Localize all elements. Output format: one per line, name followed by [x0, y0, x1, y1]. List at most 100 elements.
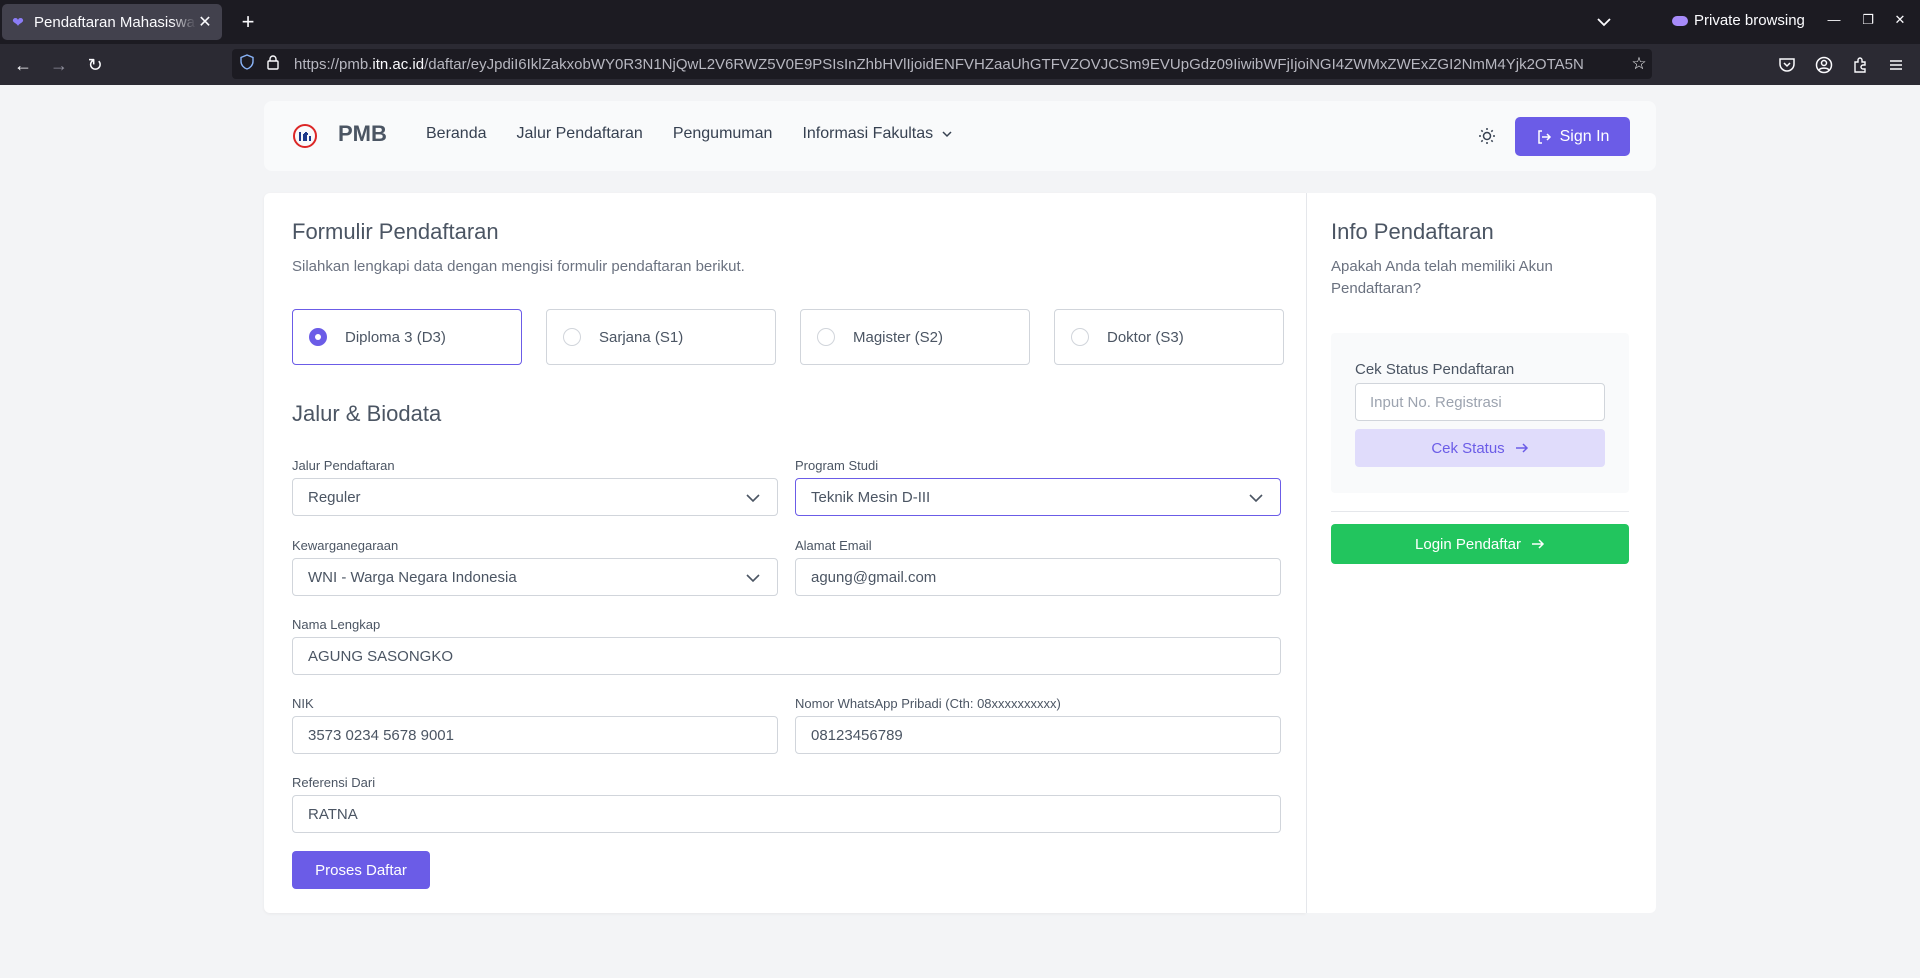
info-subtitle: Apakah Anda telah memiliki Akun Pendafta… [1331, 258, 1553, 297]
main-menu: Beranda Jalur Pendaftaran Pengumuman Inf… [426, 125, 953, 143]
radio[interactable] [1071, 328, 1089, 346]
nama-value: AGUNG SASONGKO [308, 647, 454, 665]
back-icon[interactable]: ← [10, 52, 36, 78]
minimize-icon[interactable]: — [1824, 12, 1844, 27]
nik-value: 3573 0234 5678 9001 [308, 726, 454, 744]
address-bar[interactable]: https://pmb.itn.ac.id/daftar/eyJpdiI6Ikl… [232, 49, 1652, 79]
login-pendaftar-button[interactable]: Login Pendaftar [1331, 524, 1629, 564]
cek-status-button-label: Cek Status [1431, 439, 1505, 457]
kewarganegaraan-label: Kewarganegaraan [292, 538, 399, 553]
nik-label: NIK [292, 696, 314, 711]
email-label: Alamat Email [795, 538, 872, 553]
kewarganegaraan-value: WNI - Warga Negara Indonesia [308, 568, 517, 586]
radio[interactable] [563, 328, 581, 346]
nama-field[interactable]: AGUNG SASONGKO [292, 637, 1281, 675]
referensi-value: RATNA [308, 805, 358, 823]
radio-selected[interactable] [309, 328, 327, 346]
prodi-label: Program Studi [795, 458, 879, 473]
prodi-value: Teknik Mesin D-III [811, 488, 931, 506]
extensions-icon[interactable] [1851, 56, 1871, 76]
sun-icon[interactable] [1477, 126, 1497, 146]
email-value: agung@gmail.com [811, 568, 937, 586]
prodi-select[interactable]: Teknik Mesin D-III [795, 478, 1281, 516]
info-pendaftaran-card: Info Pendaftaran Apakah Anda telah memil… [1306, 193, 1656, 913]
whatsapp-label: Nomor WhatsApp Pribadi (Cth: 08xxxxxxxxx… [795, 696, 1061, 711]
chevron-down-icon [942, 131, 952, 138]
private-mask-icon [1672, 15, 1688, 26]
menu-item-pengumuman[interactable]: Pengumuman [673, 125, 773, 143]
tab-title: Pendaftaran Mahasiswa Baru [34, 13, 196, 31]
reload-icon[interactable]: ↻ [82, 52, 108, 78]
option-magister[interactable]: Magister (S2) [800, 309, 1030, 365]
menu-item-informasi-fakultas[interactable]: Informasi Fakultas [802, 125, 953, 143]
sign-in-button[interactable]: Sign In [1515, 117, 1630, 156]
option-label: Doktor (S3) [1107, 328, 1184, 346]
site-header: PMB Beranda Jalur Pendaftaran Pengumuman… [264, 101, 1656, 171]
page-body: PMB Beranda Jalur Pendaftaran Pengumuman… [0, 85, 1920, 978]
option-doktor[interactable]: Doktor (S3) [1054, 309, 1284, 365]
bookmark-star-icon[interactable]: ☆ [1626, 54, 1652, 74]
menu-item-informasi-fakultas-label: Informasi Fakultas [802, 125, 934, 142]
radio[interactable] [817, 328, 835, 346]
registration-number-input[interactable]: Input No. Registrasi [1355, 383, 1605, 421]
arrow-right-icon [1531, 539, 1545, 549]
url-text[interactable]: https://pmb.itn.ac.id/daftar/eyJpdiI6Ikl… [294, 56, 1626, 73]
form-subtitle: Silahkan lengkapi data dengan mengisi fo… [292, 258, 745, 275]
new-tab-button[interactable]: + [234, 8, 262, 36]
app-menu-icon[interactable] [1886, 56, 1906, 76]
list-all-tabs-icon[interactable] [1592, 10, 1616, 34]
itn-logo[interactable] [292, 123, 318, 149]
tab-close-icon[interactable]: ✕ [196, 12, 214, 32]
form-title: Formulir Pendaftaran [292, 219, 499, 244]
pocket-icon[interactable] [1777, 56, 1797, 76]
browser-tab[interactable]: ❤ Pendaftaran Mahasiswa Baru ✕ [2, 4, 222, 40]
forward-icon[interactable]: → [46, 52, 72, 78]
divider [1331, 511, 1629, 512]
sign-in-label: Sign In [1559, 127, 1610, 145]
browser-nav-bar: ← → ↻ https://pmb.itn.ac.id/daftar/eyJpd… [0, 44, 1920, 85]
menu-item-jalur-pendaftaran[interactable]: Jalur Pendaftaran [517, 125, 643, 143]
option-label: Diploma 3 (D3) [345, 328, 446, 346]
lock-icon[interactable] [266, 54, 284, 75]
private-browsing-label: Private browsing [1694, 12, 1805, 29]
kewarganegaraan-select[interactable]: WNI - Warga Negara Indonesia [292, 558, 778, 596]
option-label: Magister (S2) [853, 328, 944, 346]
login-pendaftar-label: Login Pendaftar [1415, 535, 1521, 553]
whatsapp-value: 08123456789 [811, 726, 903, 744]
chevron-down-icon [746, 574, 760, 583]
private-browsing-indicator: Private browsing [1672, 12, 1805, 29]
chevron-down-icon [746, 494, 760, 503]
referensi-field[interactable]: RATNA [292, 795, 1281, 833]
chevron-down-icon [1249, 494, 1263, 503]
registration-number-placeholder: Input No. Registrasi [1370, 393, 1502, 411]
referensi-label: Referensi Dari [292, 775, 376, 790]
sign-in-icon [1537, 129, 1551, 144]
proses-daftar-button[interactable]: Proses Daftar [292, 851, 430, 889]
registration-form-card: Formulir Pendaftaran Silahkan lengkapi d… [264, 193, 1306, 913]
education-level-options: Diploma 3 (D3) Sarjana (S1) Magister (S2… [292, 309, 1284, 365]
account-icon[interactable] [1814, 56, 1834, 76]
restore-icon[interactable]: ❐ [1858, 12, 1878, 28]
whatsapp-field[interactable]: 08123456789 [795, 716, 1281, 754]
option-label: Sarjana (S1) [599, 328, 684, 346]
browser-tab-bar: ❤ Pendaftaran Mahasiswa Baru ✕ + Private… [0, 0, 1920, 44]
nik-field[interactable]: 3573 0234 5678 9001 [292, 716, 778, 754]
cek-status-label: Cek Status Pendaftaran [1355, 361, 1515, 378]
jalur-select[interactable]: Reguler [292, 478, 778, 516]
option-sarjana[interactable]: Sarjana (S1) [546, 309, 776, 365]
section-title: Jalur & Biodata [292, 401, 442, 426]
close-window-icon[interactable]: ✕ [1890, 12, 1910, 28]
jalur-value: Reguler [308, 488, 361, 506]
email-field[interactable]: agung@gmail.com [795, 558, 1281, 596]
cek-status-button[interactable]: Cek Status [1355, 429, 1605, 467]
nama-label: Nama Lengkap [292, 617, 381, 632]
jalur-label: Jalur Pendaftaran [292, 458, 395, 473]
site-favicon-icon: ❤ [12, 14, 24, 30]
brand-name[interactable]: PMB [338, 121, 387, 147]
info-title: Info Pendaftaran [1331, 219, 1494, 244]
arrow-right-icon [1515, 443, 1528, 453]
tracking-protection-icon[interactable] [240, 53, 258, 75]
option-diploma-3[interactable]: Diploma 3 (D3) [292, 309, 522, 365]
menu-item-beranda[interactable]: Beranda [426, 125, 487, 143]
cek-status-box: Cek Status Pendaftaran Input No. Registr… [1331, 333, 1629, 493]
